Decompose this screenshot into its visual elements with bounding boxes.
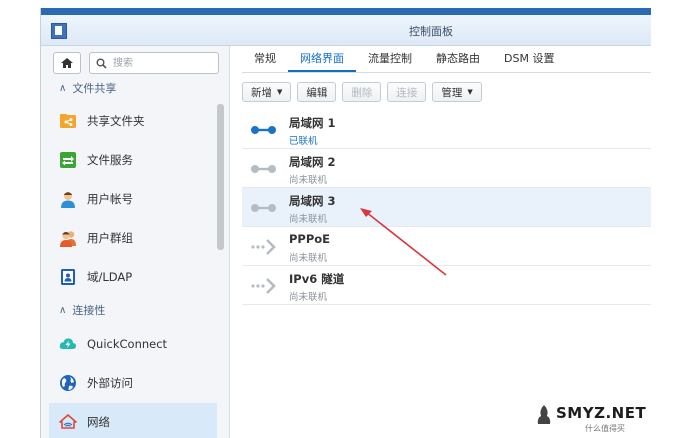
sidebar-item-user-accounts[interactable]: 用户帐号 xyxy=(49,180,217,218)
sidebar-item-label: 外部访问 xyxy=(87,376,133,390)
interface-name: PPPoE xyxy=(289,232,331,246)
file-services-icon xyxy=(59,151,77,169)
sidebar-item-label: 文件服务 xyxy=(87,153,133,167)
manage-button-label: 管理 xyxy=(441,86,463,99)
title-bar: 控制面板 xyxy=(41,15,651,46)
sidebar-item-external-access[interactable]: 外部访问 xyxy=(49,364,217,402)
interface-name: 局域网 3 xyxy=(289,194,336,208)
interface-row-lan1[interactable]: 局域网 1 已联机 xyxy=(242,110,651,149)
interface-row-lan2[interactable]: 局域网 2 尚未联机 xyxy=(242,149,651,188)
chevron-up-icon: ∧ xyxy=(59,82,67,94)
watermark-logo xyxy=(537,405,551,424)
network-house-icon xyxy=(59,413,77,431)
home-button[interactable] xyxy=(53,52,81,74)
interface-status: 尚未联机 xyxy=(289,292,328,303)
window-title: 控制面板 xyxy=(409,25,453,38)
shared-folder-icon xyxy=(59,112,77,130)
sidebar: ∧ 文件共享 共享文件夹 文件服务 xyxy=(41,46,230,438)
caret-down-icon: ▼ xyxy=(467,88,473,96)
search-box[interactable] xyxy=(89,52,219,74)
interface-row-pppoe[interactable]: PPPoE 尚未联机 xyxy=(242,227,651,266)
tab-bar: 常规 网络界面 流量控制 静态路由 DSM 设置 xyxy=(242,46,651,73)
tab-static-route[interactable]: 静态路由 xyxy=(424,46,492,72)
lan-connected-icon xyxy=(251,126,276,134)
create-button-label: 新增 xyxy=(251,86,272,99)
lan-disconnected-icon xyxy=(251,165,276,173)
lan-disconnected-icon xyxy=(251,204,276,212)
watermark-subtext: 什么值得买 xyxy=(585,424,625,433)
sidebar-item-label: 用户群组 xyxy=(87,231,133,245)
interface-name: IPv6 隧道 xyxy=(289,272,345,286)
sidebar-item-label: QuickConnect xyxy=(87,337,168,351)
interface-name: 局域网 1 xyxy=(289,116,336,130)
interface-row-ipv6-tunnel[interactable]: IPv6 隧道 尚未联机 xyxy=(242,266,651,305)
tab-traffic-control[interactable]: 流量控制 xyxy=(356,46,424,72)
edit-button[interactable]: 编辑 xyxy=(297,82,337,102)
interface-row-lan3[interactable]: 局域网 3 尚未联机 xyxy=(242,188,651,227)
user-icon xyxy=(59,190,77,208)
sidebar-item-shared-folder[interactable]: 共享文件夹 xyxy=(49,102,217,140)
pppoe-icon xyxy=(251,239,276,255)
domain-ldap-icon xyxy=(59,268,77,286)
interface-list: 局域网 1 已联机 局域网 2 尚未联机 局域网 3 尚未联机 PPPoE 尚未… xyxy=(242,110,651,305)
main-panel: 常规 网络界面 流量控制 静态路由 DSM 设置 新增 ▼ 编辑 删除 连接 管… xyxy=(230,46,651,438)
user-group-icon xyxy=(59,229,77,247)
external-access-icon xyxy=(59,374,77,392)
manage-button[interactable]: 管理 ▼ xyxy=(432,82,482,102)
search-icon xyxy=(96,58,107,69)
watermark-text: SMYZ.NET xyxy=(556,404,647,422)
section-file-sharing[interactable]: ∧ 文件共享 xyxy=(41,76,217,100)
sidebar-item-label: 网络 xyxy=(87,415,110,429)
ipv6-tunnel-icon xyxy=(251,278,276,294)
section-label: 连接性 xyxy=(72,304,106,317)
interface-status: 尚未联机 xyxy=(289,253,328,264)
sidebar-item-file-services[interactable]: 文件服务 xyxy=(49,141,217,179)
tab-general[interactable]: 常规 xyxy=(242,46,288,72)
interface-name: 局域网 2 xyxy=(289,155,336,169)
sidebar-scrollbar[interactable] xyxy=(217,104,224,250)
interface-status: 尚未联机 xyxy=(289,175,328,186)
search-input[interactable] xyxy=(111,56,215,70)
sidebar-item-label: 用户帐号 xyxy=(87,192,133,206)
chevron-up-icon: ∧ xyxy=(59,304,67,316)
sidebar-item-label: 域/LDAP xyxy=(87,270,133,284)
quickconnect-icon xyxy=(59,335,77,353)
window-top-strip xyxy=(41,8,651,15)
sidebar-item-label: 共享文件夹 xyxy=(87,114,145,128)
section-label: 文件共享 xyxy=(72,82,117,95)
interface-status: 已联机 xyxy=(289,136,318,147)
control-panel-window: 控制面板 ∧ 文件共享 xyxy=(40,8,651,438)
tab-dsm-settings[interactable]: DSM 设置 xyxy=(492,46,566,72)
caret-down-icon: ▼ xyxy=(277,88,283,96)
home-icon xyxy=(61,58,73,68)
interface-status: 尚未联机 xyxy=(289,214,328,225)
sidebar-item-domain-ldap[interactable]: 域/LDAP xyxy=(49,258,217,296)
create-button[interactable]: 新增 ▼ xyxy=(242,82,292,102)
section-connectivity[interactable]: ∧ 连接性 xyxy=(41,298,217,322)
tab-network-interface[interactable]: 网络界面 xyxy=(288,46,356,72)
connect-button[interactable]: 连接 xyxy=(387,82,427,102)
sidebar-item-quickconnect[interactable]: QuickConnect xyxy=(49,325,217,363)
toolbar: 新增 ▼ 编辑 删除 连接 管理 ▼ xyxy=(242,82,488,104)
sidebar-item-user-groups[interactable]: 用户群组 xyxy=(49,219,217,257)
delete-button[interactable]: 删除 xyxy=(342,82,382,102)
sidebar-item-network[interactable]: 网络 xyxy=(49,403,217,438)
